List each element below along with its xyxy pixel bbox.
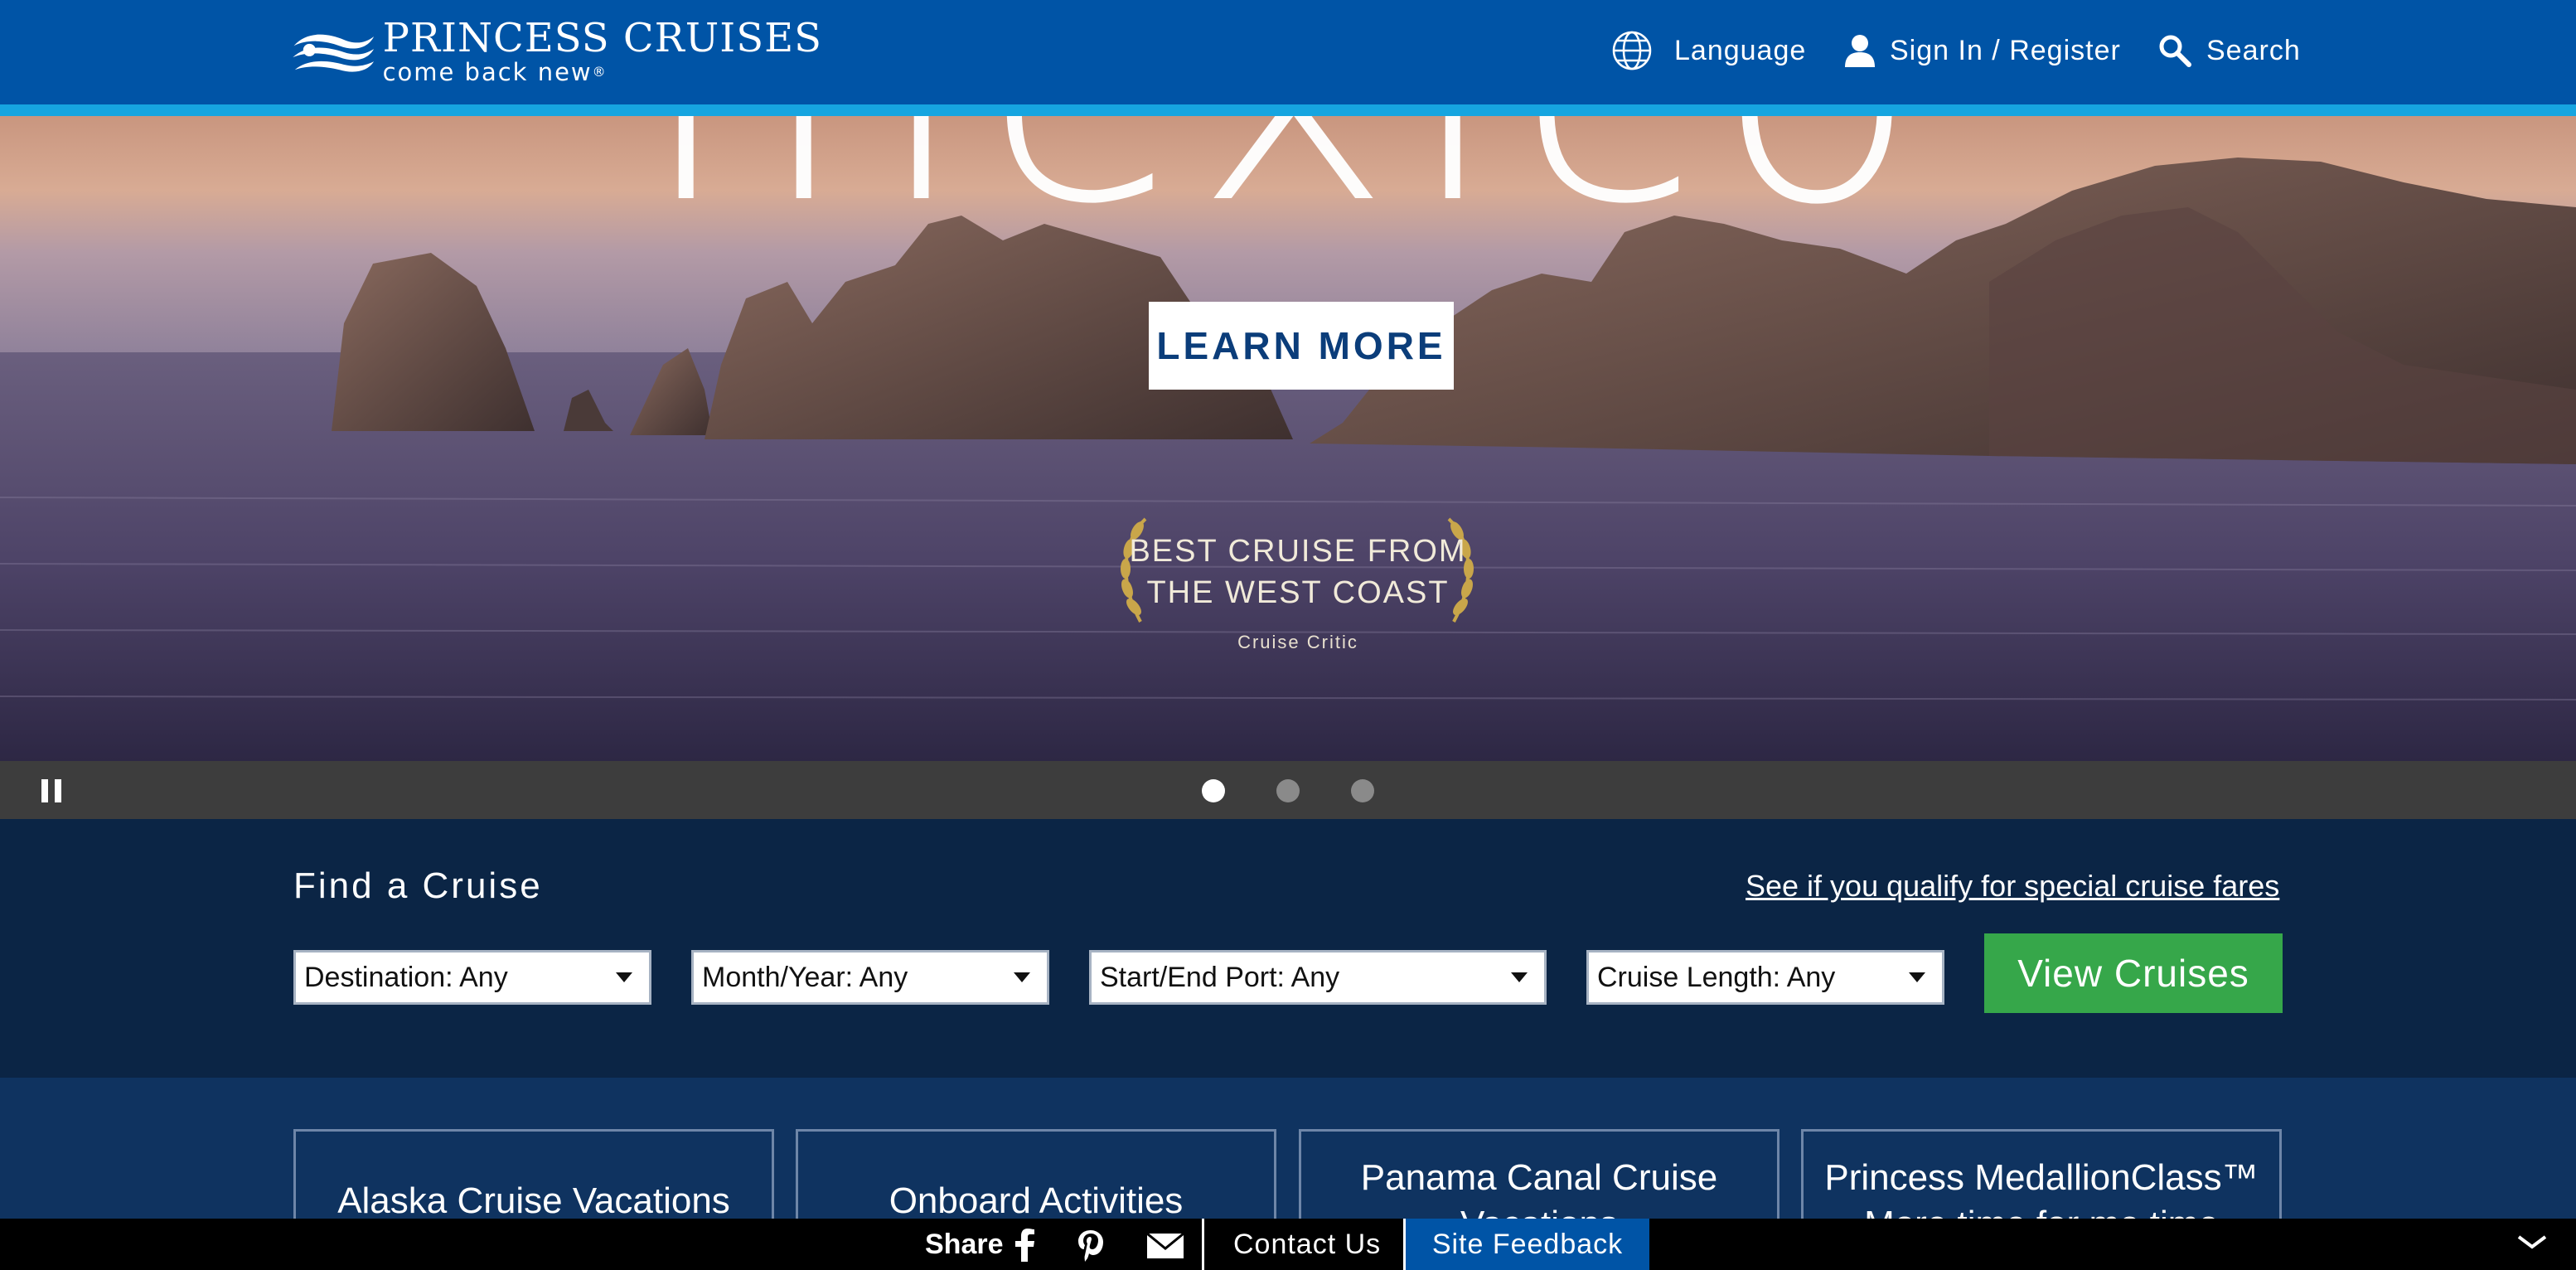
wave-logo-icon — [293, 34, 375, 72]
language-label: Language — [1674, 34, 1807, 66]
contact-us-link[interactable]: Contact Us — [1233, 1229, 1381, 1261]
sign-in-register-link[interactable]: Sign In / Register — [1845, 25, 2121, 76]
find-a-cruise-panel: Find a Cruise See if you qualify for spe… — [0, 819, 2576, 1078]
brand-tagline: come back new® — [382, 58, 608, 86]
caret-down-icon — [1014, 972, 1030, 982]
language-button[interactable]: Language — [1611, 25, 1806, 76]
user-icon — [1845, 35, 1875, 67]
facebook-icon[interactable] — [1013, 1229, 1036, 1262]
hero-banner[interactable]: mexico LEARN MORE BEST CRUISE FROM THE W… — [0, 116, 2576, 761]
site-feedback-button[interactable]: Site Feedback — [1406, 1219, 1649, 1270]
princess-logo[interactable]: PRINCESS CRUISES come back new® — [292, 15, 822, 86]
award-line-2: THE WEST COAST — [1146, 575, 1450, 610]
caret-down-icon — [1909, 972, 1925, 982]
site-header: PRINCESS CRUISES come back new® Language… — [0, 0, 2576, 104]
brand-name: PRINCESS CRUISES — [382, 15, 822, 61]
sign-in-label: Sign In / Register — [1890, 34, 2121, 66]
cruise-length-value: Cruise Length: Any — [1597, 961, 1836, 993]
pause-icon[interactable] — [41, 779, 61, 802]
footer-divider — [1202, 1219, 1204, 1270]
cruise-length-select[interactable]: Cruise Length: Any — [1586, 950, 1944, 1005]
globe-icon — [1612, 31, 1652, 70]
award-source: Cruise Critic — [1237, 632, 1358, 652]
search-button[interactable]: Search — [2158, 25, 2301, 76]
card-label: Alaska Cruise Vacations — [337, 1180, 730, 1221]
month-year-select[interactable]: Month/Year: Any — [691, 950, 1049, 1005]
view-cruises-button[interactable]: View Cruises — [1984, 933, 2283, 1013]
sticky-footer-bar: Share Contact Us Site Feedback — [0, 1219, 2576, 1270]
carousel-controls — [0, 761, 2576, 819]
carousel-dot-2[interactable] — [1276, 779, 1300, 802]
pinterest-icon[interactable] — [1076, 1229, 1106, 1262]
card-label: Onboard Activities — [889, 1180, 1184, 1221]
month-year-value: Month/Year: Any — [702, 961, 908, 993]
special-fares-link[interactable]: See if you qualify for special cruise fa… — [1746, 869, 2279, 904]
carousel-dot-3[interactable] — [1351, 779, 1374, 802]
carousel-dot-1[interactable] — [1202, 779, 1225, 802]
search-icon — [2159, 35, 2191, 67]
mail-icon[interactable] — [1147, 1229, 1184, 1262]
find-a-cruise-title: Find a Cruise — [293, 865, 543, 906]
chevron-down-icon[interactable] — [2516, 1234, 2548, 1252]
award-line-1: BEST CRUISE FROM — [1129, 534, 1467, 569]
destination-value: Destination: Any — [304, 961, 508, 993]
award-badge: BEST CRUISE FROM THE WEST COAST Cruise C… — [1116, 116, 1480, 652]
destination-select[interactable]: Destination: Any — [293, 950, 651, 1005]
caret-down-icon — [1511, 972, 1528, 982]
caret-down-icon — [616, 972, 632, 982]
share-label: Share — [925, 1229, 1004, 1260]
start-end-port-select[interactable]: Start/End Port: Any — [1089, 950, 1547, 1005]
port-value: Start/End Port: Any — [1100, 961, 1340, 993]
header-accent-strip — [0, 104, 2576, 116]
search-label: Search — [2206, 34, 2301, 66]
